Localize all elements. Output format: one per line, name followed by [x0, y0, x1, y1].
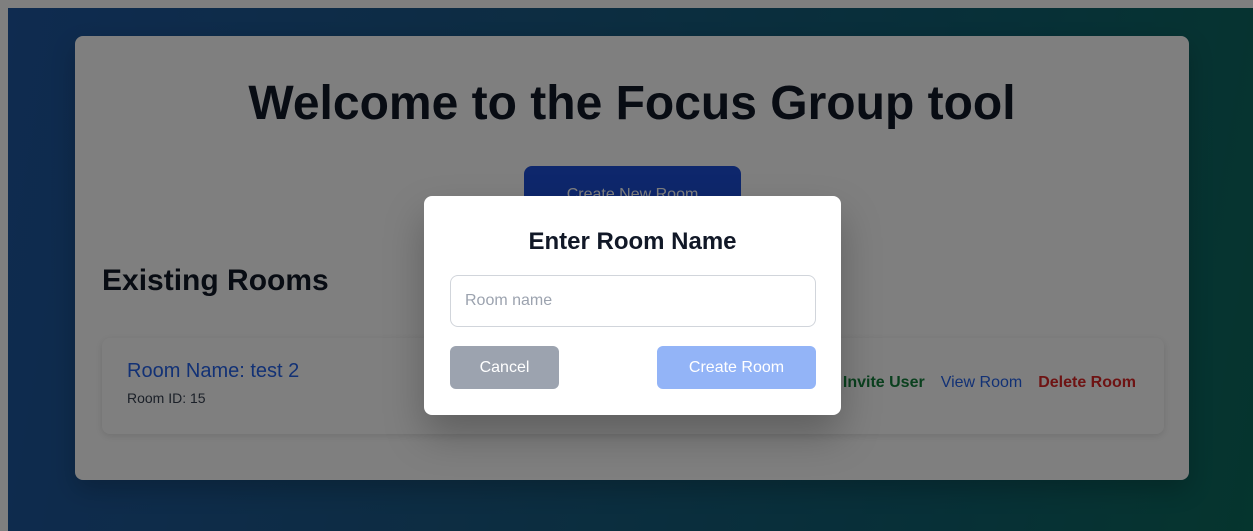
enter-room-name-dialog: Enter Room Name Cancel Create Room [424, 196, 841, 415]
dialog-title: Enter Room Name [528, 228, 737, 255]
cancel-button[interactable]: Cancel [450, 346, 559, 389]
create-room-button[interactable]: Create Room [657, 346, 816, 389]
room-name-input[interactable] [450, 275, 816, 327]
